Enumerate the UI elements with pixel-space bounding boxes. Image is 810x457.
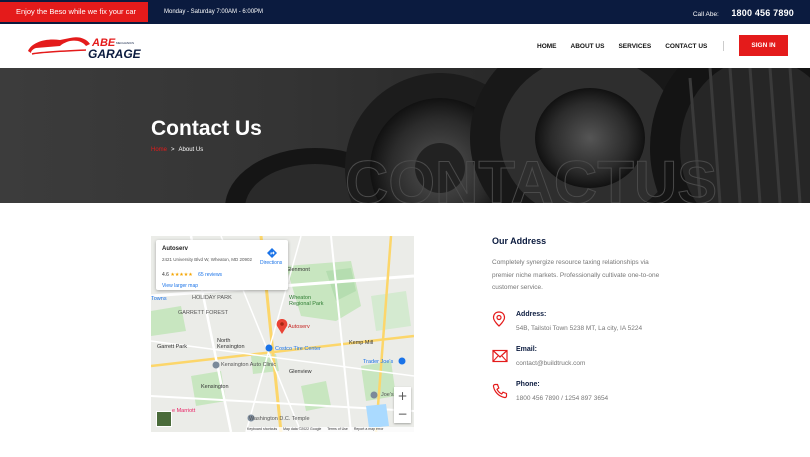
reviews-link[interactable]: 65 reviews	[198, 272, 222, 278]
phone-label: Phone:	[516, 381, 540, 388]
our-address-heading: Our Address	[492, 236, 547, 246]
map-label-garrett-park: Garrett Park	[157, 344, 187, 350]
map-label-costco: Costco Tire Center	[275, 346, 321, 352]
page-title: Contact Us	[151, 117, 262, 140]
top-bar: Enjoy the Beso while we fix your car Mon…	[0, 0, 810, 24]
site-header: ABE MECHANICS GARAGE HOME ABOUT US SERVI…	[0, 24, 810, 68]
call-info: Call Abe: 1800 456 7890	[693, 0, 794, 27]
main-nav: HOME ABOUT US SERVICES CONTACT US	[537, 24, 725, 68]
page-hero: CONTACTUS Contact Us Home > About Us	[0, 68, 810, 203]
map-footer: Keyboard shortcuts Map data ©2022 Google…	[247, 427, 414, 432]
map-label-towns: Towns	[151, 296, 167, 302]
address-value: 54B, Tailstoi Town 5238 MT, La city, IA …	[516, 325, 643, 332]
address-label: Address:	[516, 311, 547, 318]
map-label-wheaton-park: Wheaton Regional Park	[289, 295, 324, 307]
map-label-joes: Joe's	[381, 392, 394, 398]
street-view-icon[interactable]	[156, 411, 172, 427]
logo-garage-text: GARAGE	[88, 47, 142, 60]
map-label-kemp-mill: Kemp Mill	[349, 340, 374, 346]
contact-description: Completely synergize resource taxing rel…	[492, 259, 660, 291]
map-label-autoserv: Autoserv	[288, 324, 310, 330]
nav-home[interactable]: HOME	[537, 43, 557, 50]
place-address: 2421 University Blvd W, Wheaton, MD 2090…	[162, 257, 253, 262]
tires-background-image: CONTACTUS	[225, 68, 810, 203]
opening-hours: Monday - Saturday 7:00AM - 6:00PM	[164, 9, 264, 15]
nav-services[interactable]: SERVICES	[618, 43, 651, 50]
nav-contact-us[interactable]: CONTACT US	[665, 43, 707, 50]
map-label-trader-joes: Trader Joe's	[363, 359, 394, 365]
map-label-holiday-park: HOLIDAY PARK	[192, 295, 232, 301]
email-value-link[interactable]: contact@buildtruck.com	[516, 360, 585, 367]
directions-link[interactable]: Directions	[260, 260, 282, 266]
contact-info-section: Our Address Completely synergize resourc…	[492, 236, 792, 402]
hero-watermark-text: CONTACTUS	[345, 149, 717, 203]
nav-divider	[723, 41, 725, 51]
map-label-kensington-clinic: Kensington Auto Clinic	[221, 362, 277, 368]
view-larger-map-link[interactable]: View larger map	[162, 283, 198, 289]
abe-garage-logo[interactable]: ABE MECHANICS GARAGE	[26, 32, 150, 60]
map-label-north-kensington: North Kensington	[217, 338, 245, 350]
breadcrumb-separator: >	[171, 147, 175, 153]
map-data-text: Map data ©2022 Google	[283, 427, 322, 431]
map-marker-icon	[492, 311, 506, 327]
envelope-icon	[492, 349, 508, 363]
place-rating: 4.6 ★★★★★ 65 reviews	[162, 272, 222, 278]
directions-icon[interactable]	[266, 247, 278, 259]
map-label-washington-temple: Washington D.C. Temple	[249, 416, 310, 422]
call-label: Call Abe:	[692, 11, 719, 18]
zoom-out-button[interactable]: −	[394, 405, 411, 423]
logo-mechanics-text: MECHANICS	[116, 41, 134, 45]
zoom-controls: + −	[394, 387, 411, 423]
map-label-glenmont: Glenmont	[286, 267, 310, 273]
zoom-in-button[interactable]: +	[394, 387, 411, 405]
breadcrumb-home-link[interactable]: Home	[151, 147, 167, 153]
email-label: Email:	[516, 346, 538, 353]
map-label-garrett-forest: GARRETT FOREST	[178, 310, 229, 316]
sign-in-button[interactable]: SIGN IN	[739, 35, 788, 56]
map-label-glenview: Glenview	[289, 369, 312, 375]
report-error-link[interactable]: Report a map error	[354, 427, 384, 431]
map-label-marriott: e Marriott	[172, 408, 196, 414]
map-label-kensington: Kensington	[201, 384, 229, 390]
promo-banner: Enjoy the Beso while we fix your car	[0, 2, 148, 22]
breadcrumb-current: About Us	[178, 147, 204, 153]
phone-value-link[interactable]: 1800 456 7890 / 1254 897 3654	[516, 395, 608, 402]
rating-value: 4.6	[162, 272, 169, 278]
google-map[interactable]: Glenmont Wheaton Regional Park HOLIDAY P…	[151, 236, 414, 432]
terms-link[interactable]: Terms of Use	[327, 427, 348, 431]
breadcrumb: Home > About Us	[151, 147, 203, 153]
call-phone-link[interactable]: 1800 456 7890	[731, 8, 794, 18]
nav-about-us[interactable]: ABOUT US	[571, 43, 605, 50]
place-info-card: Autoserv 2421 University Blvd W, Wheaton…	[156, 240, 288, 290]
place-name: Autoserv	[162, 246, 189, 252]
keyboard-shortcuts-link[interactable]: Keyboard shortcuts	[247, 427, 277, 431]
rating-stars-icon: ★★★★★	[170, 272, 193, 278]
phone-icon	[492, 383, 508, 399]
